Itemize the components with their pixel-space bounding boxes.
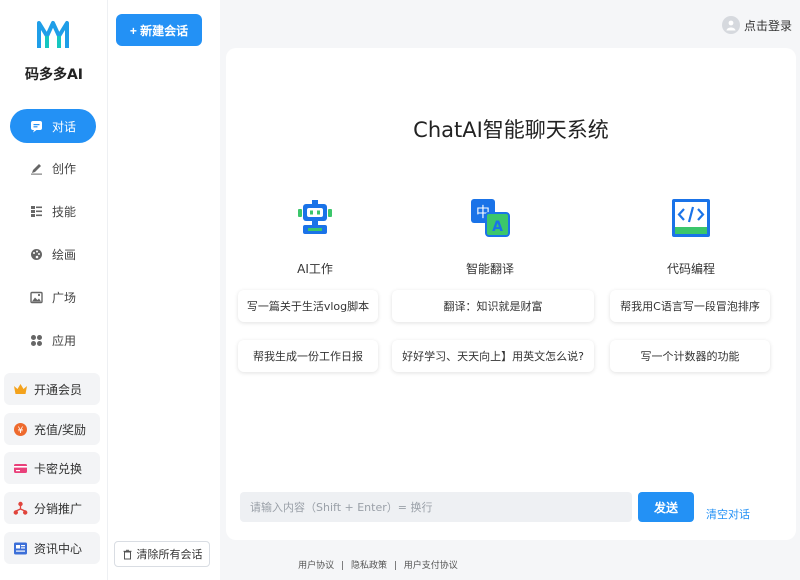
nav-item-label: 创作 xyxy=(51,161,76,176)
footer-link-privacy-policy[interactable]: 隐私政策 xyxy=(351,561,387,571)
nav-item-create[interactable]: 创作 xyxy=(10,151,96,185)
promo-card-redeem[interactable]: 卡密兑换 xyxy=(4,452,100,484)
footer-link-user-agreement[interactable]: 用户协议 xyxy=(298,561,334,571)
nav-item-chat[interactable]: 对话 xyxy=(10,109,96,143)
chat-icon xyxy=(30,119,44,133)
conversation-panel: + 新建会话 清除所有会话 xyxy=(108,0,220,580)
feature-label: 代码编程 xyxy=(666,262,715,276)
clear-all-label: 清除所有会话 xyxy=(136,548,203,561)
coin-icon: ¥ xyxy=(12,421,28,437)
clear-chat-link[interactable]: 清空对话 xyxy=(706,506,750,522)
promo-recharge[interactable]: ¥ 充值/奖励 xyxy=(4,413,100,445)
promo-news[interactable]: 资讯中心 xyxy=(4,532,100,564)
code-icon xyxy=(672,199,710,237)
image-icon xyxy=(30,290,44,304)
login-button[interactable]: 点击登录 xyxy=(721,16,792,34)
login-label: 点击登录 xyxy=(743,18,792,33)
brand-name: 码多多AI xyxy=(24,67,84,83)
feature-label: AI工作 xyxy=(297,262,333,276)
nav-item-apps[interactable]: 应用 xyxy=(10,323,96,357)
card-icon xyxy=(12,460,28,476)
news-icon xyxy=(12,540,28,556)
left-nav: 码多多AI 对话 创作 技能 绘画 广场 应用 开通会员 ¥ 充值/奖励 卡密兑… xyxy=(0,0,108,580)
nav-item-label: 广场 xyxy=(51,290,76,305)
prompt-chip[interactable]: 写一个计数器的功能 xyxy=(610,340,770,372)
prompt-chip[interactable]: 好好学习、天天向上】用英文怎么说? xyxy=(392,340,594,372)
nav-item-label: 绘画 xyxy=(51,247,76,262)
chat-welcome-card: ChatAI智能聊天系统 AI工作 中 A 智能翻译 代码编程 写一篇关于生活v… xyxy=(226,48,796,540)
pen-icon xyxy=(30,161,44,175)
feature-label: 智能翻译 xyxy=(465,262,514,276)
svg-text:¥: ¥ xyxy=(17,426,23,436)
translate-icon: 中 A xyxy=(471,199,510,237)
prompt-chip[interactable]: 帮我用C语言写一段冒泡排序 xyxy=(610,290,770,322)
feature-translate: 中 A 智能翻译 xyxy=(435,196,545,277)
user-avatar-icon xyxy=(721,16,740,34)
footer-links: 用户协议 | 隐私政策 | 用户支付协议 xyxy=(220,558,536,571)
send-button[interactable]: 发送 xyxy=(638,492,694,522)
promo-label: 卡密兑换 xyxy=(34,461,83,476)
footer-link-payment-agreement[interactable]: 用户支付协议 xyxy=(404,561,458,571)
trash-icon xyxy=(122,549,133,560)
robot-icon xyxy=(298,200,332,234)
nav-item-skills[interactable]: 技能 xyxy=(10,194,96,228)
nav-item-label: 技能 xyxy=(51,204,76,219)
brand-logo-icon xyxy=(37,21,69,48)
feature-ai-work: AI工作 xyxy=(260,196,370,277)
page-title: ChatAI智能聊天系统 xyxy=(413,118,609,142)
feature-coding: 代码编程 xyxy=(636,196,746,277)
nav-item-draw[interactable]: 绘画 xyxy=(10,237,96,271)
nav-item-label: 应用 xyxy=(51,333,76,348)
new-conversation-button[interactable]: + 新建会话 xyxy=(116,14,202,46)
promo-distribution[interactable]: 分销推广 xyxy=(4,492,100,524)
palette-icon xyxy=(30,247,44,261)
nav-item-label: 对话 xyxy=(51,119,76,134)
promo-membership[interactable]: 开通会员 xyxy=(4,373,100,405)
prompt-chip[interactable]: 帮我生成一份工作日报 xyxy=(238,340,378,372)
nav-item-plaza[interactable]: 广场 xyxy=(10,280,96,314)
promo-label: 资讯中心 xyxy=(34,541,83,556)
skills-icon xyxy=(30,204,44,218)
footer-separator: | xyxy=(393,561,397,571)
message-input[interactable] xyxy=(240,492,632,522)
message-input-wrapper xyxy=(240,492,632,522)
clear-all-conversations-button[interactable]: 清除所有会话 xyxy=(114,541,210,567)
promo-label: 充值/奖励 xyxy=(34,422,87,437)
apps-icon xyxy=(30,333,44,347)
svg-text:A: A xyxy=(492,219,503,235)
share-icon xyxy=(12,500,28,516)
promo-label: 分销推广 xyxy=(34,501,83,516)
crown-icon xyxy=(12,381,28,397)
prompt-chip[interactable]: 写一篇关于生活vlog脚本 xyxy=(238,290,378,322)
footer-separator: | xyxy=(341,561,345,571)
promo-label: 开通会员 xyxy=(34,382,83,397)
main-area: 点击登录 ChatAI智能聊天系统 AI工作 中 A 智能翻译 代码编程 写一篇… xyxy=(220,0,800,580)
prompt-chip[interactable]: 翻译：知识就是财富 xyxy=(392,290,594,322)
